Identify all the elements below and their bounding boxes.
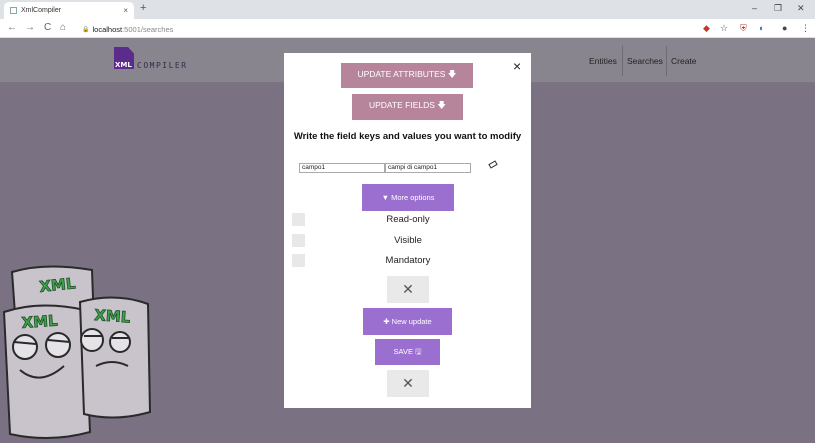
nav-divider: [666, 46, 667, 76]
remove-update-button[interactable]: ✕: [387, 370, 429, 397]
remove-field-button[interactable]: ✕: [387, 276, 429, 303]
xml-mascot-illustration: XML XML XML: [2, 265, 152, 439]
eraser-icon[interactable]: [488, 160, 498, 169]
window-close-icon[interactable]: ✕: [797, 3, 805, 14]
browser-tab-bar: XmlCompiler × + – ❐ ✕: [0, 0, 815, 19]
field-value-input[interactable]: campi di campo1: [385, 163, 471, 173]
reload-icon[interactable]: C: [44, 22, 51, 33]
back-icon[interactable]: ←: [7, 22, 17, 33]
read-only-checkbox[interactable]: [292, 213, 305, 226]
logo-xml: XML: [115, 61, 132, 69]
mandatory-checkbox[interactable]: [292, 254, 305, 267]
new-update-button[interactable]: ✚ New update: [363, 308, 452, 335]
lock-icon: 🔒: [82, 26, 90, 33]
url-host: localhost: [92, 24, 123, 34]
update-attributes-button[interactable]: UPDATE ATTRIBUTES 🡇: [341, 63, 473, 88]
tab-close-icon[interactable]: ×: [123, 6, 128, 15]
mascot-label: XML: [39, 274, 77, 296]
mandatory-label: Mandatory: [385, 255, 431, 266]
tab-title: XmlCompiler: [21, 7, 62, 14]
nav-create[interactable]: Create: [671, 56, 697, 66]
visible-checkbox[interactable]: [292, 234, 305, 247]
star-icon[interactable]: ☆: [720, 23, 728, 34]
audio-icon[interactable]: ◖: [758, 23, 763, 33]
nav-divider: [622, 46, 623, 76]
visible-label: Visible: [394, 235, 422, 246]
nav-entities[interactable]: Entities: [589, 56, 617, 66]
minimize-icon[interactable]: –: [752, 3, 757, 13]
shield-icon[interactable]: ⛨: [740, 23, 747, 34]
new-tab-icon[interactable]: +: [140, 2, 146, 14]
url-field[interactable]: 🔒 localhost:5001/searches: [82, 22, 692, 36]
profile-icon[interactable]: ●: [782, 23, 787, 33]
modal-close-icon[interactable]: ×: [513, 58, 521, 74]
mascot-label: XML: [21, 311, 59, 332]
address-bar: ← → C ⌂ 🔒 localhost:5001/searches ◆ ☆ ⛨ …: [0, 19, 815, 38]
url-path: :5001/searches: [122, 24, 174, 34]
browser-tab[interactable]: XmlCompiler ×: [4, 2, 134, 19]
nav-searches[interactable]: Searches: [627, 56, 663, 66]
favicon-icon: [10, 7, 17, 14]
logo-text: COMPILER: [137, 61, 188, 70]
maximize-icon[interactable]: ❐: [774, 3, 782, 14]
menu-icon[interactable]: ⋮: [801, 23, 810, 34]
more-options-button[interactable]: ▼ More options: [362, 184, 454, 211]
forward-icon[interactable]: →: [25, 22, 35, 33]
update-fields-button[interactable]: UPDATE FIELDS 🡇: [352, 94, 463, 120]
home-icon[interactable]: ⌂: [60, 22, 66, 33]
update-modal: × UPDATE ATTRIBUTES 🡇 UPDATE FIELDS 🡇 Wr…: [284, 53, 531, 408]
field-key-input[interactable]: campo1: [299, 163, 385, 173]
read-only-label: Read-only: [386, 214, 430, 225]
translate-icon[interactable]: ◆: [703, 23, 710, 34]
mascot-label: XML: [94, 306, 132, 327]
modal-heading: Write the field keys and values you want…: [293, 131, 522, 142]
save-button[interactable]: SAVE 🖫: [375, 339, 440, 365]
